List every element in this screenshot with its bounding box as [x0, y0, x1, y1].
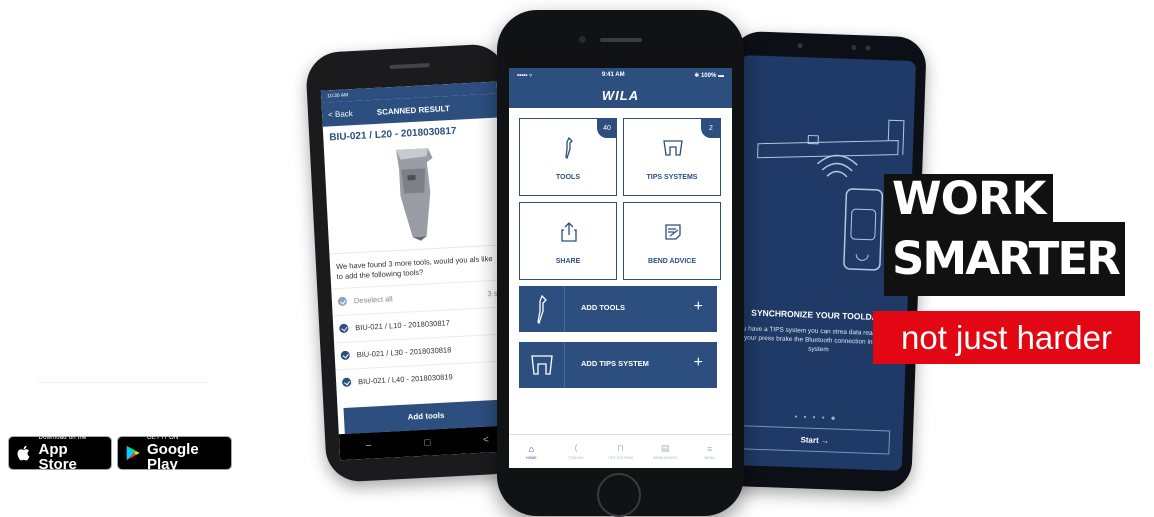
tile-label: SHARE — [555, 258, 581, 265]
slogan-smarter: SMARTER — [884, 222, 1125, 296]
tools-tile[interactable]: 40 TOOLS — [519, 118, 617, 196]
tab-home[interactable]: ⌂ HOME — [509, 435, 554, 468]
camera-icon — [579, 36, 586, 43]
google-small-label: GET IT ON — [147, 434, 179, 441]
check-icon — [337, 296, 348, 307]
list-item-label: BIU-021 / L10 - 2018030817 — [355, 318, 451, 333]
tips-system-icon — [663, 140, 683, 156]
check-icon — [340, 350, 350, 361]
deselect-all-label: Deselect all — [353, 294, 393, 306]
press-brake-tool-icon — [396, 148, 433, 241]
tab-label: MENU — [704, 455, 715, 460]
tab-bend-advice[interactable]: ▤ BEND ADVICE — [643, 435, 688, 468]
tab-menu[interactable]: ≡ MENU — [687, 435, 732, 468]
app-store-badge[interactable]: Download on the App Store — [8, 434, 112, 473]
appstore-small-label: Download on the — [38, 434, 87, 441]
google-play-badge[interactable]: GET IT ON Google Play — [117, 434, 232, 473]
slogan-work: WORK — [884, 174, 1054, 223]
google-play-icon — [126, 445, 140, 461]
home-icon: ⌂ — [528, 443, 535, 454]
appstore-label: App Store — [38, 440, 77, 473]
sensor-icon — [797, 43, 803, 49]
check-icon — [341, 377, 352, 388]
tab-label: HOME — [526, 455, 537, 460]
sensor-icon — [865, 45, 871, 51]
bend-advice-tile[interactable]: BEND ADVICE — [623, 202, 721, 280]
tile-label: TIPS SYSTEMS — [646, 174, 698, 181]
apple-icon — [17, 445, 30, 461]
add-tips-system-bar[interactable]: ADD TIPS SYSTEM + — [519, 342, 717, 388]
tips-count-badge: 2 — [701, 118, 721, 138]
app-header: WILA — [509, 82, 732, 108]
menu-icon: ≡ — [707, 443, 713, 454]
phone-speaker — [600, 38, 642, 42]
home-icon[interactable]: □ — [424, 437, 431, 448]
back-icon[interactable]: < — [483, 434, 489, 445]
home-button[interactable] — [597, 473, 641, 517]
tools-count-badge: 40 — [597, 118, 617, 138]
screen-title: SCANNED RESULT — [376, 103, 451, 117]
bend-advice-icon: ▤ — [660, 443, 670, 453]
start-button[interactable]: Start → — [739, 425, 891, 455]
plus-icon: + — [693, 354, 703, 371]
tab-label: TOOLING — [568, 456, 584, 460]
status-time: 10:30 AM — [327, 92, 349, 100]
tab-tooling[interactable]: ⟨ TOOLING — [554, 435, 599, 468]
list-item-label: BIU-021 / L40 - 2018030819 — [357, 372, 453, 387]
icon-cell — [519, 286, 565, 332]
carrier-signal: ••••• ▿ — [517, 72, 533, 79]
left-phone: 10:30 AM < Back SCANNED RESULT BIU-021 /… — [304, 43, 528, 483]
phone-speaker — [389, 63, 430, 70]
divider — [38, 382, 208, 383]
status-bar: ••••• ▿ 9:41 AM ✱ 100% ▬ — [509, 68, 732, 82]
slogan-tagline: not just harder — [873, 311, 1140, 364]
page-indicator: • • • • ● — [794, 412, 838, 423]
home-screen: ••••• ▿ 9:41 AM ✱ 100% ▬ WILA 40 TOOLS 2… — [509, 68, 732, 468]
tab-label: BEND ADVICE — [653, 456, 677, 460]
share-tile[interactable]: SHARE — [519, 202, 617, 280]
tool-icon: ⟨ — [574, 443, 578, 453]
add-tools-label: ADD TOOLS — [581, 303, 626, 312]
battery-status: ✱ 100% ▬ — [694, 72, 724, 79]
tile-label: TOOLS — [556, 174, 580, 181]
bend-advice-icon — [665, 224, 681, 240]
tips-system-icon: ⊓ — [616, 443, 624, 453]
camera-icon — [851, 44, 857, 51]
share-icon — [561, 222, 577, 242]
tips-systems-tile[interactable]: 2 TIPS SYSTEMS — [623, 118, 721, 196]
tab-label: TIPS SYSTEMS — [607, 456, 634, 460]
wila-logo: WILA — [601, 87, 640, 103]
promo-canvas: Download on the App Store GET IT ON Goog… — [0, 0, 1154, 517]
back-button[interactable]: < Back — [328, 109, 353, 119]
tool-icon — [537, 294, 547, 325]
tab-bar: ⌂ HOME ⟨ TOOLING ⊓ TIPS SYSTEMS ▤ BEND ADVIC… — [509, 434, 732, 468]
add-tips-label: ADD TIPS SYSTEM — [581, 359, 649, 368]
plus-icon: + — [693, 298, 703, 315]
check-icon — [339, 323, 349, 334]
list-item-label: BIU-021 / L30 - 2018030818 — [356, 345, 452, 360]
scanned-result-screen: 10:30 AM < Back SCANNED RESULT BIU-021 /… — [320, 81, 516, 461]
center-phone: ••••• ▿ 9:41 AM ✱ 100% ▬ WILA 40 TOOLS 2… — [497, 10, 744, 517]
add-tools-bar[interactable]: ADD TOOLS + — [519, 286, 717, 332]
tool-image — [324, 140, 505, 245]
tab-tips-systems[interactable]: ⊓ TIPS SYSTEMS — [598, 435, 643, 468]
google-play-label: Google Play — [147, 440, 199, 473]
tips-system-icon — [531, 355, 553, 375]
status-time: 9:41 AM — [601, 72, 625, 78]
tile-label: BEND ADVICE — [648, 258, 696, 265]
recents-icon[interactable]: − — [366, 440, 372, 451]
tool-icon — [565, 137, 573, 159]
icon-cell — [519, 342, 565, 388]
